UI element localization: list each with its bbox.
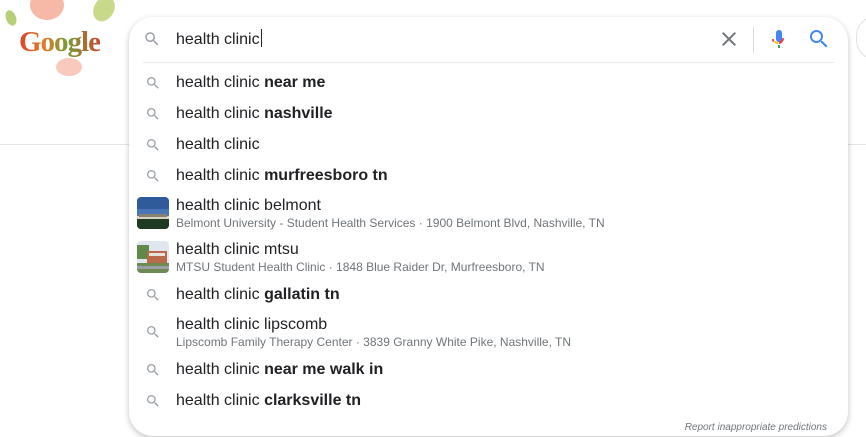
clear-icon[interactable] (717, 27, 741, 51)
text-caret (260, 29, 262, 47)
suggestion-item[interactable]: health clinic (129, 129, 848, 160)
doodle-leaf-decoration (88, 0, 120, 26)
suggestion-text: health clinic near me (176, 73, 326, 91)
search-input[interactable]: health clinic (176, 28, 262, 52)
search-submit-icon[interactable] (807, 27, 831, 51)
suggestion-text: health clinic gallatin tn (176, 285, 340, 303)
search-icon (147, 394, 159, 407)
logo-text: Google (19, 26, 101, 58)
search-input-value: health clinic (176, 31, 260, 48)
suggestion-item[interactable]: health clinic nashville (129, 98, 848, 129)
search-box-separator (753, 27, 754, 53)
search-icon (145, 32, 159, 46)
search-icon (147, 288, 159, 301)
suggestion-title: health clinic belmont (176, 196, 321, 214)
suggestion-item-entity[interactable]: health clinic mtsu MTSU Student Health C… (129, 235, 848, 279)
mtsu-building-thumbnail (137, 241, 169, 273)
dropdown-separator (143, 62, 834, 63)
suggestion-text: health clinic murfreesboro tn (176, 166, 388, 184)
suggestion-item[interactable]: health clinic gallatin tn (129, 279, 848, 310)
suggestion-item[interactable]: health clinic clarksville tn (129, 385, 848, 416)
header-button[interactable] (856, 16, 866, 60)
microphone-icon[interactable] (767, 27, 791, 51)
suggestion-text: health clinic clarksville tn (176, 391, 362, 409)
suggestion-title: health clinic mtsu (176, 240, 299, 258)
search-icon (147, 363, 159, 376)
search-icon (147, 76, 159, 89)
suggestion-list: health clinic near me health clinic nash… (129, 67, 848, 416)
suggestion-item[interactable]: health clinic near me walk in (129, 354, 848, 385)
search-icon (147, 326, 159, 338)
doodle-leaf-decoration (3, 8, 19, 28)
suggestion-subtitle: Belmont University - Student Health Serv… (176, 215, 605, 230)
suggestion-item[interactable]: health clinic near me (129, 67, 848, 98)
doodle-peach-decoration (30, 0, 64, 20)
search-icon (147, 169, 159, 182)
suggestion-subtitle: Lipscomb Family Therapy Center · 3839 Gr… (176, 334, 572, 349)
suggestion-item-entity[interactable]: health clinic belmont Belmont University… (129, 191, 848, 235)
suggestion-item[interactable]: health clinic murfreesboro tn (129, 160, 848, 191)
suggestion-item-entity[interactable]: health clinic lipscomb Lipscomb Family T… (129, 310, 848, 354)
belmont-building-thumbnail (137, 197, 169, 229)
search-icon (147, 107, 159, 120)
google-doodle-logo[interactable]: Google (0, 0, 120, 80)
suggestion-text: health clinic near me walk in (176, 360, 384, 378)
suggestion-subtitle: MTSU Student Health Clinic · 1848 Blue R… (176, 259, 545, 274)
suggestion-title: health clinic lipscomb (176, 315, 328, 333)
report-predictions-link[interactable]: Report inappropriate predictions (685, 422, 827, 433)
suggestion-text: health clinic (176, 135, 260, 153)
suggestion-text: health clinic nashville (176, 104, 333, 122)
search-autocomplete-panel: health clinic health clinic near me heal… (129, 17, 848, 436)
search-box: health clinic (129, 17, 848, 62)
doodle-peach-decoration (56, 58, 82, 76)
search-icon (147, 138, 159, 151)
